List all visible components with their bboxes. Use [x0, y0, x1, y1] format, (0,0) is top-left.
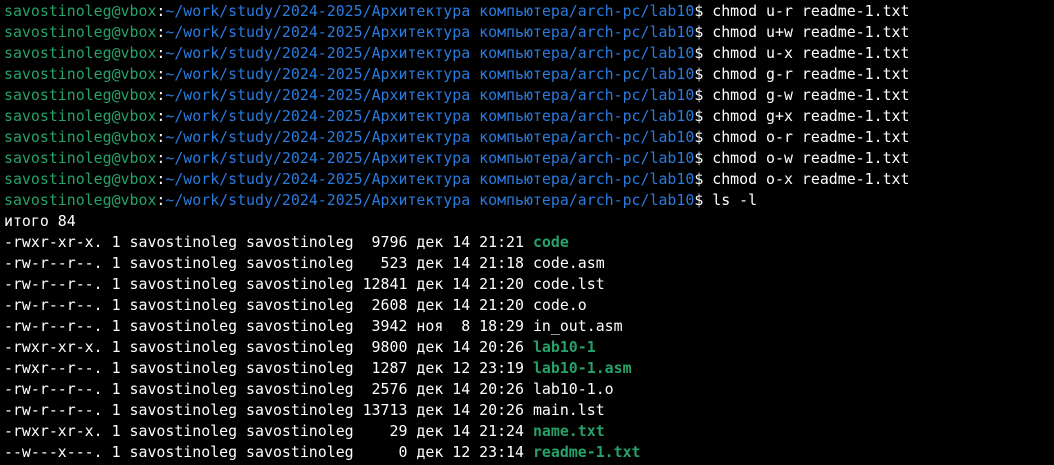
- prompt-symbol: $: [694, 191, 713, 209]
- prompt-line: savostinoleg@vbox:~/work/study/2024-2025…: [4, 148, 1054, 169]
- prompt-symbol: $: [694, 107, 713, 125]
- file-meta: -rw-r--r--. 1 savostinoleg savostinoleg …: [4, 401, 533, 419]
- prompt-symbol: $: [694, 23, 713, 41]
- file-name: code: [532, 233, 569, 251]
- file-name: lab10-1: [532, 338, 596, 356]
- prompt-symbol: $: [694, 65, 713, 83]
- total-line: итого 84: [4, 212, 76, 230]
- file-meta: -rw-r--r--. 1 savostinoleg savostinoleg …: [4, 296, 533, 314]
- file-name: in_out.asm: [532, 317, 623, 335]
- file-meta: -rw-r--r--. 1 savostinoleg savostinoleg …: [4, 254, 533, 272]
- listing-row: -rw-r--r--. 1 savostinoleg savostinoleg …: [4, 274, 1054, 295]
- file-meta: -rw-r--r--. 1 savostinoleg savostinoleg …: [4, 380, 533, 398]
- listing-row: -rwxr--r--. 1 savostinoleg savostinoleg …: [4, 358, 1054, 379]
- command-history: savostinoleg@vbox:~/work/study/2024-2025…: [4, 1, 1054, 211]
- prompt-user-host: savostinoleg@vbox: [4, 2, 157, 20]
- command-text: chmod u+w readme-1.txt: [712, 23, 910, 41]
- listing-row: -rwxr-xr-x. 1 savostinoleg savostinoleg …: [4, 337, 1054, 358]
- prompt-path: ~/work/study/2024-2025/Архитектура компь…: [165, 44, 695, 62]
- listing-row: -rwxr-xr-x. 1 savostinoleg savostinoleg …: [4, 421, 1054, 442]
- listing-row: --w---x---. 1 savostinoleg savostinoleg …: [4, 442, 1054, 463]
- prompt-line: savostinoleg@vbox:~/work/study/2024-2025…: [4, 64, 1054, 85]
- file-name: code.o: [532, 296, 587, 314]
- listing-row: -rw-r--r--. 1 savostinoleg savostinoleg …: [4, 379, 1054, 400]
- prompt-line: savostinoleg@vbox:~/work/study/2024-2025…: [4, 169, 1054, 190]
- prompt-path: ~/work/study/2024-2025/Архитектура компь…: [165, 170, 695, 188]
- prompt-user-host: savostinoleg@vbox: [4, 191, 157, 209]
- prompt-path: ~/work/study/2024-2025/Архитектура компь…: [165, 128, 695, 146]
- file-name: main.lst: [532, 401, 605, 419]
- file-meta: --w---x---. 1 savostinoleg savostinoleg …: [4, 443, 533, 461]
- command-text: chmod u-x readme-1.txt: [712, 44, 910, 62]
- listing-row: -rwxr-xr-x. 1 savostinoleg savostinoleg …: [4, 232, 1054, 253]
- file-listing: -rwxr-xr-x. 1 savostinoleg savostinoleg …: [4, 232, 1054, 463]
- prompt-path: ~/work/study/2024-2025/Архитектура компь…: [165, 107, 695, 125]
- listing-row: -rw-r--r--. 1 savostinoleg savostinoleg …: [4, 316, 1054, 337]
- prompt-symbol: $: [694, 44, 713, 62]
- prompt-path: ~/work/study/2024-2025/Архитектура компь…: [165, 149, 695, 167]
- file-name: code.asm: [532, 254, 605, 272]
- prompt-symbol: $: [694, 2, 713, 20]
- prompt-line: savostinoleg@vbox:~/work/study/2024-2025…: [4, 106, 1054, 127]
- prompt-symbol: $: [694, 170, 713, 188]
- file-name: lab10-1.asm: [532, 359, 632, 377]
- prompt-path: ~/work/study/2024-2025/Архитектура компь…: [165, 2, 695, 20]
- prompt-user-host: savostinoleg@vbox: [4, 107, 157, 125]
- prompt-user-host: savostinoleg@vbox: [4, 23, 157, 41]
- prompt-path: ~/work/study/2024-2025/Архитектура компь…: [165, 23, 695, 41]
- prompt-line: savostinoleg@vbox:~/work/study/2024-2025…: [4, 43, 1054, 64]
- command-text: chmod g-w readme-1.txt: [712, 86, 910, 104]
- listing-row: -rw-r--r--. 1 savostinoleg savostinoleg …: [4, 253, 1054, 274]
- command-text: chmod g-r readme-1.txt: [712, 65, 910, 83]
- file-name: code.lst: [532, 275, 605, 293]
- prompt-line: savostinoleg@vbox:~/work/study/2024-2025…: [4, 127, 1054, 148]
- listing-row: -rw-r--r--. 1 savostinoleg savostinoleg …: [4, 295, 1054, 316]
- command-text: chmod o-x readme-1.txt: [712, 170, 910, 188]
- file-meta: -rw-r--r--. 1 savostinoleg savostinoleg …: [4, 275, 533, 293]
- prompt-line: savostinoleg@vbox:~/work/study/2024-2025…: [4, 1, 1054, 22]
- prompt-symbol: $: [694, 149, 713, 167]
- prompt-user-host: savostinoleg@vbox: [4, 65, 157, 83]
- prompt-user-host: savostinoleg@vbox: [4, 86, 157, 104]
- file-meta: -rwxr-xr-x. 1 savostinoleg savostinoleg …: [4, 422, 533, 440]
- file-meta: -rwxr--r--. 1 savostinoleg savostinoleg …: [4, 359, 533, 377]
- prompt-line: savostinoleg@vbox:~/work/study/2024-2025…: [4, 85, 1054, 106]
- prompt-path: ~/work/study/2024-2025/Архитектура компь…: [165, 65, 695, 83]
- prompt-user-host: savostinoleg@vbox: [4, 44, 157, 62]
- prompt-path: ~/work/study/2024-2025/Архитектура компь…: [165, 86, 695, 104]
- command-text: chmod u-r readme-1.txt: [712, 2, 910, 20]
- command-text: ls -l: [712, 191, 758, 209]
- command-text: chmod g+x readme-1.txt: [712, 107, 910, 125]
- command-text: chmod o-w readme-1.txt: [712, 149, 910, 167]
- file-meta: -rwxr-xr-x. 1 savostinoleg savostinoleg …: [4, 338, 533, 356]
- prompt-symbol: $: [694, 128, 713, 146]
- file-meta: -rwxr-xr-x. 1 savostinoleg savostinoleg …: [4, 233, 533, 251]
- prompt-user-host: savostinoleg@vbox: [4, 128, 157, 146]
- file-name: readme-1.txt: [532, 443, 641, 461]
- file-name: name.txt: [532, 422, 605, 440]
- command-text: chmod o-r readme-1.txt: [712, 128, 910, 146]
- prompt-line: savostinoleg@vbox:~/work/study/2024-2025…: [4, 190, 1054, 211]
- prompt-path: ~/work/study/2024-2025/Архитектура компь…: [165, 191, 695, 209]
- listing-row: -rw-r--r--. 1 savostinoleg savostinoleg …: [4, 400, 1054, 421]
- prompt-user-host: savostinoleg@vbox: [4, 149, 157, 167]
- prompt-user-host: savostinoleg@vbox: [4, 170, 157, 188]
- prompt-symbol: $: [694, 86, 713, 104]
- prompt-line: savostinoleg@vbox:~/work/study/2024-2025…: [4, 22, 1054, 43]
- file-meta: -rw-r--r--. 1 savostinoleg savostinoleg …: [4, 317, 533, 335]
- file-name: lab10-1.o: [532, 380, 614, 398]
- terminal-window[interactable]: savostinoleg@vbox:~/work/study/2024-2025…: [0, 0, 1054, 465]
